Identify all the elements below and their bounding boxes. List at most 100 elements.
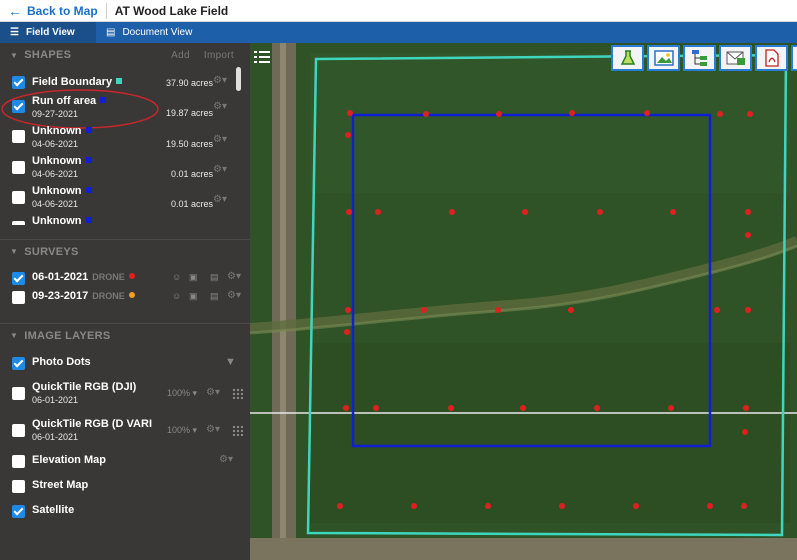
grid-icon[interactable] <box>232 388 243 399</box>
import-shape-button[interactable]: Import <box>204 50 234 61</box>
tab-label: Document View <box>122 27 193 38</box>
survey-source: DRONE <box>92 272 125 282</box>
person-icon[interactable]: ☺ <box>172 272 181 282</box>
opacity-value: 100% <box>167 425 191 435</box>
grid-icon[interactable] <box>232 425 243 436</box>
back-to-map-button[interactable]: ← Back to Map <box>0 4 98 18</box>
shape-acres: 37.90 acres <box>166 78 214 88</box>
gear-icon[interactable]: ⚙▾ <box>206 387 220 398</box>
shape-row[interactable]: Unknown 04-06-2021 0.01 acres ⚙▾ <box>0 155 250 185</box>
arrow-left-icon: ← <box>8 2 22 19</box>
pdf-icon[interactable] <box>755 45 788 71</box>
hierarchy-icon[interactable] <box>683 45 716 71</box>
layer-checkbox[interactable] <box>12 357 25 370</box>
shape-row[interactable]: Unknown 04-06-2021 19.50 acres ⚙▾ <box>0 125 250 155</box>
report-icon[interactable]: ▤ <box>210 272 219 283</box>
opacity-select[interactable]: 100% ▾ <box>167 388 197 399</box>
shape-checkbox[interactable] <box>12 191 25 204</box>
flask-icon[interactable] <box>611 45 644 71</box>
shape-checkbox[interactable] <box>12 221 25 225</box>
layer-row[interactable]: QuickTile RGB (DJI) 06-01-2021 100% ▾ ⚙▾ <box>0 379 250 409</box>
layer-row[interactable]: Street Map <box>0 478 250 500</box>
back-to-map-label: Back to Map <box>27 3 98 18</box>
collapse-triangle-icon: ▼ <box>10 331 19 340</box>
map-view[interactable] <box>250 43 797 560</box>
top-bar: ← Back to Map AT Wood Lake Field <box>0 0 797 22</box>
layer-row[interactable]: Photo Dots ▼ <box>0 355 250 377</box>
mail-image-icon[interactable] <box>719 45 752 71</box>
collapse-triangle-icon: ▼ <box>10 50 19 60</box>
shape-date: 04-06-2021 <box>32 139 79 149</box>
layer-name: Street Map <box>32 479 89 491</box>
map-canvas[interactable] <box>250 43 797 560</box>
opacity-value: 100% <box>167 388 191 398</box>
color-swatch <box>85 217 92 223</box>
shapes-section-header[interactable]: ▼ SHAPES Add Import <box>0 43 250 67</box>
gear-icon[interactable]: ⚙▾ <box>213 75 227 86</box>
shape-acres: 19.87 acres <box>166 108 214 118</box>
shape-name-wrap: Unknown <box>32 185 92 197</box>
list-menu-icon[interactable] <box>252 49 272 65</box>
gear-icon[interactable]: ⚙▾ <box>213 101 227 112</box>
layer-checkbox[interactable] <box>12 455 25 468</box>
layer-row[interactable]: Elevation Map ⚙▾ <box>0 453 250 475</box>
tab-field-view[interactable]: ☰ Field View <box>0 22 96 43</box>
layer-name: QuickTile RGB (D VARI <box>32 418 153 430</box>
shape-row[interactable]: Unknown 04-06-2021 0.01 acres ⚙▾ <box>0 185 250 215</box>
layer-date: 06-01-2021 <box>32 432 79 442</box>
collapse-triangle-icon: ▼ <box>10 247 19 256</box>
survey-date: 06-01-2021 <box>32 271 89 283</box>
shape-row[interactable]: Unknown <box>0 215 250 225</box>
shape-date: 04-06-2021 <box>32 199 79 209</box>
gear-icon[interactable]: ⚙▾ <box>227 271 241 282</box>
report-icon[interactable]: ▤ <box>210 291 219 302</box>
layer-row[interactable]: QuickTile RGB (D VARI 06-01-2021 100% ▾ … <box>0 416 250 446</box>
layer-name: QuickTile RGB (DJI) <box>32 381 137 393</box>
layer-name: Satellite <box>32 504 75 516</box>
divider <box>105 2 107 19</box>
filter-icon[interactable]: ▼ <box>225 356 236 368</box>
section-title: IMAGE LAYERS <box>24 329 111 342</box>
person-icon[interactable]: ☺ <box>172 291 181 301</box>
more-tools-button[interactable] <box>791 45 797 71</box>
color-swatch <box>85 187 92 193</box>
add-shape-button[interactable]: Add <box>171 50 190 61</box>
survey-checkbox[interactable] <box>12 291 25 304</box>
field-title: AT Wood Lake Field <box>114 3 229 18</box>
road <box>250 538 797 560</box>
shape-name-wrap: Unknown <box>32 155 92 167</box>
view-tabs: ☰ Field View ▤ Document View <box>0 22 797 43</box>
layer-row[interactable]: Satellite <box>0 503 250 525</box>
survey-row[interactable]: 06-01-2021 DRONE ☺ ▣ ▤ ⚙▾ <box>0 270 250 290</box>
survey-name-wrap: 09-23-2017 DRONE <box>32 290 135 302</box>
layers-icon: ☰ <box>10 27 19 38</box>
layer-name: Elevation Map <box>32 454 106 466</box>
layer-checkbox[interactable] <box>12 387 25 400</box>
image-layers-section-header[interactable]: ▼ IMAGE LAYERS <box>0 323 250 347</box>
survey-row[interactable]: 09-23-2017 DRONE ☺ ▣ ▤ ⚙▾ <box>0 289 250 309</box>
layer-checkbox[interactable] <box>12 505 25 518</box>
layer-checkbox[interactable] <box>12 480 25 493</box>
shape-acres: 19.50 acres <box>166 139 214 149</box>
layer-checkbox[interactable] <box>12 424 25 437</box>
survey-name-wrap: 06-01-2021 DRONE <box>32 271 135 283</box>
shape-checkbox[interactable] <box>12 130 25 143</box>
gear-icon[interactable]: ⚙▾ <box>213 194 227 205</box>
shape-checkbox[interactable] <box>12 161 25 174</box>
shape-name-wrap: Field Boundary <box>32 76 123 88</box>
surveys-section-header[interactable]: ▼ SURVEYS <box>0 239 250 263</box>
gear-icon[interactable]: ⚙▾ <box>219 454 233 465</box>
image-icon[interactable]: ▣ <box>189 291 198 302</box>
survey-color-dot <box>128 292 135 298</box>
shape-acres: 0.01 acres <box>171 169 214 179</box>
opacity-select[interactable]: 100% ▾ <box>167 425 197 436</box>
tab-document-view[interactable]: ▤ Document View <box>96 22 202 43</box>
gear-icon[interactable]: ⚙▾ <box>206 424 220 435</box>
layers-sidebar: ▼ SHAPES Add Import Field Boundary 37.90… <box>0 43 250 560</box>
gear-icon[interactable]: ⚙▾ <box>213 134 227 145</box>
image-icon[interactable] <box>647 45 680 71</box>
gear-icon[interactable]: ⚙▾ <box>213 164 227 175</box>
survey-checkbox[interactable] <box>12 272 25 285</box>
image-icon[interactable]: ▣ <box>189 272 198 283</box>
gear-icon[interactable]: ⚙▾ <box>227 290 241 301</box>
